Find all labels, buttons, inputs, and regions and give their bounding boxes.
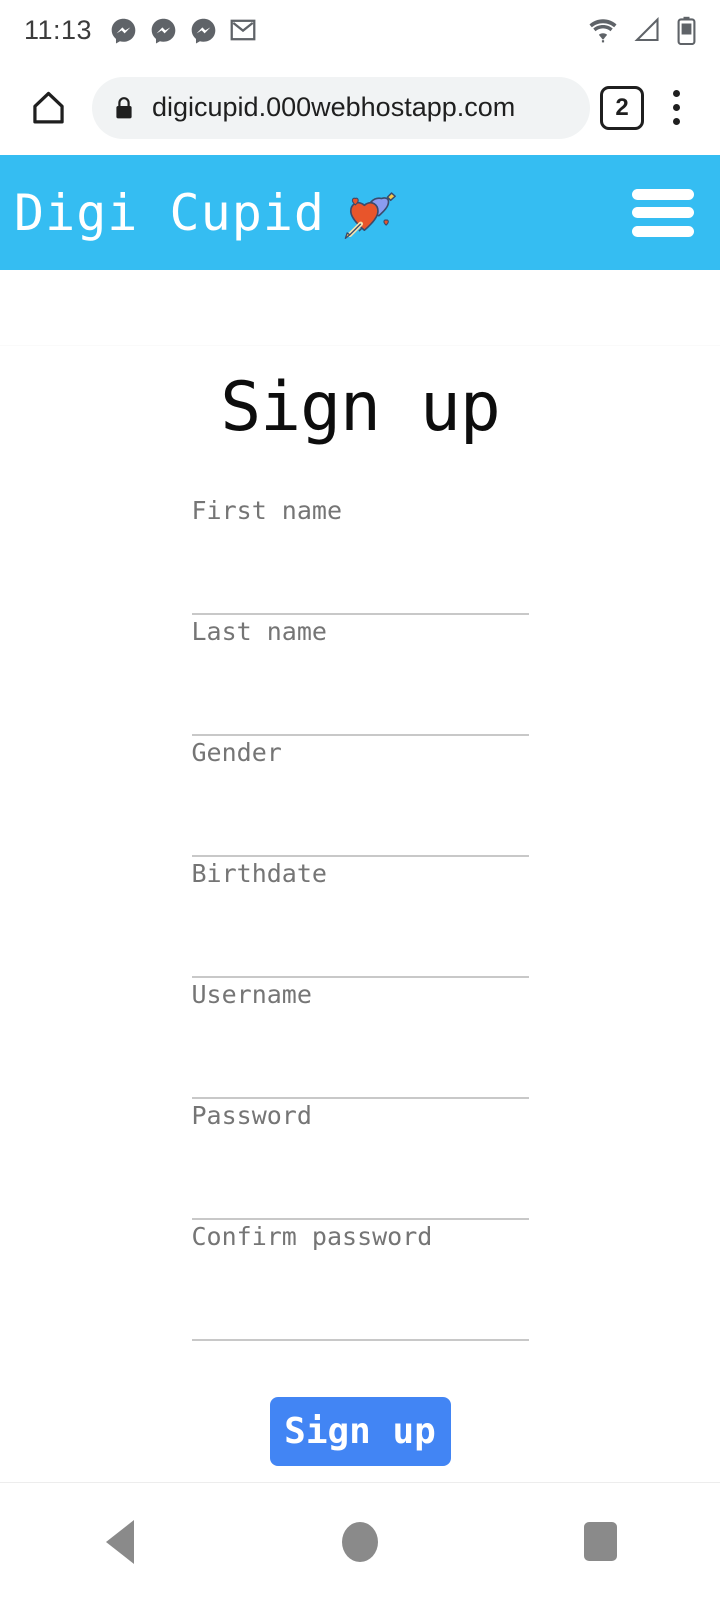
status-system-icons (588, 16, 696, 45)
url-text: digicupid.000webhostapp.com (152, 92, 516, 122)
wifi-icon (588, 17, 618, 43)
field-first-name[interactable]: First name (191, 494, 529, 615)
tab-switcher-button[interactable]: 2 (600, 85, 644, 130)
field-label: Last name (191, 617, 327, 646)
signup-button[interactable]: Sign up (269, 1397, 451, 1466)
nav-back-button[interactable] (0, 1483, 240, 1600)
signup-card: Sign up First name Last name Gender Birt… (0, 345, 720, 1466)
field-underline (191, 1339, 529, 1341)
nav-recents-button[interactable] (480, 1483, 720, 1600)
overflow-menu-icon[interactable] (650, 80, 702, 136)
home-icon (30, 89, 67, 126)
address-bar[interactable]: digicupid.000webhostapp.com (92, 76, 590, 139)
heart-with-arrow-icon (325, 184, 397, 242)
gmail-icon (230, 17, 256, 43)
status-clock: 11:13 (24, 14, 93, 45)
field-label: Birthdate (191, 859, 327, 888)
field-label: Password (191, 1101, 312, 1130)
nav-home-button[interactable] (240, 1483, 480, 1600)
messenger-icon (190, 17, 217, 44)
back-triangle-icon (106, 1519, 134, 1564)
page-title: Sign up (220, 368, 501, 447)
cell-signal-icon (634, 17, 661, 43)
field-gender[interactable]: Gender (191, 736, 529, 857)
field-confirm-password[interactable]: Confirm password (191, 1220, 529, 1341)
field-label: First name (191, 496, 343, 525)
browser-toolbar: digicupid.000webhostapp.com 2 (0, 60, 720, 155)
field-label: Gender (191, 738, 282, 767)
brand[interactable]: Digi Cupid (14, 184, 397, 242)
home-circle-icon (342, 1521, 378, 1562)
submit-row: Sign up (192, 1341, 529, 1466)
messenger-icon (150, 17, 177, 44)
field-username[interactable]: Username (191, 978, 529, 1099)
status-bar: 11:13 (0, 0, 720, 60)
messenger-icon (110, 17, 137, 44)
status-notification-icons (110, 17, 256, 44)
android-nav-bar (0, 1482, 720, 1600)
field-last-name[interactable]: Last name (191, 615, 529, 736)
brand-text: Digi Cupid (14, 183, 326, 242)
hamburger-menu-icon[interactable] (632, 188, 694, 237)
battery-icon (677, 16, 696, 45)
field-label: Username (191, 980, 312, 1009)
site-header: Digi Cupid (0, 155, 720, 270)
lock-icon (114, 96, 134, 120)
field-password[interactable]: Password (191, 1099, 529, 1220)
recents-square-icon (583, 1522, 617, 1561)
field-label: Confirm password (191, 1222, 433, 1251)
home-button[interactable] (18, 78, 78, 138)
signup-form: First name Last name Gender Birthdate Us… (191, 447, 529, 1466)
field-birthdate[interactable]: Birthdate (191, 857, 529, 978)
page-content: Sign up First name Last name Gender Birt… (0, 270, 720, 1482)
